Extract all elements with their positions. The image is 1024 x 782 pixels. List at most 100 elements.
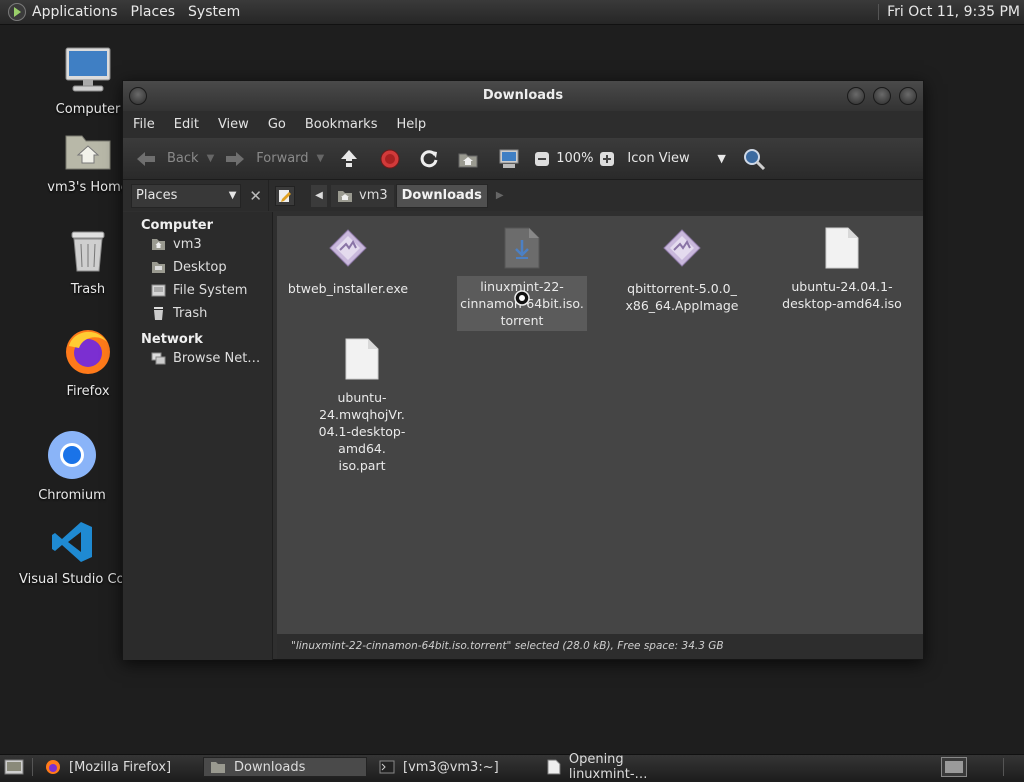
file-item[interactable]: btweb_installer.exe	[283, 228, 413, 299]
sidebar-item-browse-network[interactable]: Browse Net…	[123, 347, 272, 370]
executable-file-icon	[663, 229, 701, 267]
sidebar-item-desktop[interactable]: Desktop	[123, 256, 272, 279]
file-view[interactable]: btweb_installer.exe linuxmint-22- cinnam…	[277, 216, 923, 634]
stop-icon[interactable]	[379, 148, 401, 170]
folder-icon	[211, 762, 225, 773]
menu-help[interactable]: Help	[396, 117, 426, 132]
task-downloads[interactable]: Downloads	[203, 757, 367, 777]
applications-menu[interactable]: Applications	[32, 4, 118, 20]
task-firefox[interactable]: [Mozilla Firefox]	[39, 757, 197, 777]
show-desktop-icon[interactable]	[4, 759, 24, 775]
sidebar-item-file-system[interactable]: File System	[123, 279, 272, 302]
sidebar-item-vm3[interactable]: vm3	[123, 233, 272, 256]
places-sidebar: Computer vm3 Desktop File System Trash N…	[123, 212, 273, 660]
desktop-icon-vscode[interactable]: Visual Studio Code	[17, 520, 127, 587]
zoom-in-icon[interactable]	[599, 151, 615, 167]
document-icon	[547, 759, 561, 775]
window-menu-button[interactable]	[129, 87, 147, 105]
sidebar-item-trash[interactable]: Trash	[123, 302, 272, 325]
firefox-icon	[46, 760, 60, 774]
firefox-icon	[66, 330, 110, 374]
toolbar: Back ▼ Forward ▼ 100% Icon View ▼	[123, 138, 923, 180]
file-name-line: ubuntu-24.mwqhojVr.	[319, 390, 405, 422]
chromium-icon	[48, 431, 96, 479]
zoom-level[interactable]: 100%	[556, 151, 593, 166]
file-item[interactable]: ubuntu-24.mwqhojVr. 04.1-desktop-amd64. …	[297, 337, 427, 476]
computer-icon[interactable]	[498, 148, 520, 170]
file-item[interactable]: ubuntu-24.04.1- desktop-amd64.iso	[777, 226, 907, 314]
pencil-icon	[279, 189, 291, 202]
file-item[interactable]: qbittorrent-5.0.0_ x86_64.AppImage	[617, 228, 747, 316]
places-menu[interactable]: Places	[131, 4, 176, 20]
close-side-pane-icon[interactable]: ✕	[249, 187, 262, 205]
path-button-downloads[interactable]: Downloads	[395, 183, 488, 208]
minimize-button[interactable]	[847, 87, 865, 105]
menu-edit[interactable]: Edit	[174, 117, 199, 132]
executable-file-icon	[329, 229, 367, 267]
task-terminal[interactable]: [vm3@vm3:~]	[373, 757, 535, 777]
file-name-line: torrent	[500, 313, 544, 328]
desktop-folder-icon	[152, 262, 165, 273]
clock[interactable]: Fri Oct 11, 9:35 PM	[878, 4, 1020, 20]
path-right-arrow-icon[interactable]: ▶	[496, 190, 504, 201]
home-folder-icon	[65, 135, 111, 170]
chevron-down-icon: ▼	[228, 190, 237, 201]
view-mode-select[interactable]: Icon View	[627, 151, 717, 166]
blank-file-icon	[345, 338, 379, 380]
file-name-line: 04.1-desktop-amd64.	[318, 424, 406, 456]
drive-icon	[151, 284, 166, 297]
sidebar-heading-network: Network	[141, 332, 203, 347]
workspace-1[interactable]	[945, 761, 963, 773]
side-pane-selector[interactable]: Places ▼	[131, 183, 242, 208]
trash-icon	[154, 307, 163, 320]
file-item-selected[interactable]: linuxmint-22- cinnamon-64bit.iso. torren…	[457, 226, 587, 331]
path-button-home[interactable]: vm3	[331, 184, 394, 207]
workspace-switcher[interactable]	[941, 757, 967, 777]
path-left-arrow-icon[interactable]: ◀	[311, 184, 327, 207]
system-menu[interactable]: System	[188, 4, 240, 20]
home-icon[interactable]	[457, 149, 479, 169]
maximize-button[interactable]	[873, 87, 891, 105]
mint-menu-icon[interactable]	[8, 3, 26, 21]
file-name-line: btweb_installer.exe	[287, 281, 409, 296]
file-name-line: x86_64.AppImage	[625, 298, 739, 313]
file-manager-window: Downloads File Edit View Go Bookmarks He…	[122, 80, 924, 660]
back-history-dropdown[interactable]: ▼	[207, 153, 215, 164]
up-arrow-icon[interactable]	[338, 148, 360, 170]
taskbar-separator	[1003, 758, 1004, 776]
file-name-line: qbittorrent-5.0.0_	[627, 281, 737, 296]
back-arrow-icon	[137, 151, 155, 166]
titlebar[interactable]: Downloads	[123, 81, 923, 111]
task-opening-dialog[interactable]: Opening linuxmint-…	[541, 752, 711, 782]
menu-file[interactable]: File	[133, 117, 155, 132]
search-icon[interactable]	[742, 147, 766, 171]
zoom-out-icon[interactable]	[534, 151, 550, 167]
network-icon	[151, 352, 166, 365]
desktop-icon-label: Visual Studio Code	[19, 572, 124, 587]
menu-view[interactable]: View	[218, 117, 249, 132]
forward-history-dropdown[interactable]: ▼	[317, 153, 325, 164]
desktop-icon-label: Chromium	[38, 488, 106, 503]
computer-icon	[65, 47, 111, 92]
reload-icon[interactable]	[418, 148, 440, 170]
edit-location-button[interactable]	[275, 185, 295, 206]
view-mode-dropdown-icon[interactable]: ▼	[717, 152, 725, 165]
sidebar-heading-computer: Computer	[141, 218, 214, 233]
window-title: Downloads	[482, 88, 564, 103]
side-pane-header: Places ▼ ✕	[123, 180, 269, 211]
close-button[interactable]	[899, 87, 917, 105]
taskbar-separator	[32, 758, 33, 776]
menu-go[interactable]: Go	[268, 117, 286, 132]
terminal-icon	[379, 760, 395, 774]
menu-bookmarks[interactable]: Bookmarks	[305, 117, 378, 132]
back-button[interactable]: Back	[135, 150, 199, 168]
trash-icon	[71, 231, 105, 272]
vscode-icon	[52, 522, 92, 562]
forward-arrow-icon	[226, 151, 245, 166]
desktop-icon-chromium[interactable]: Chromium	[17, 430, 127, 503]
menubar: File Edit View Go Bookmarks Help	[123, 111, 923, 138]
taskbar: [Mozilla Firefox] Downloads [vm3@vm3:~] …	[0, 752, 1024, 782]
file-name-line: iso.part	[338, 458, 386, 473]
location-bar: Places ▼ ✕ ◀ vm3 Downloads ▶	[123, 180, 923, 211]
forward-button[interactable]: Forward	[224, 150, 309, 168]
